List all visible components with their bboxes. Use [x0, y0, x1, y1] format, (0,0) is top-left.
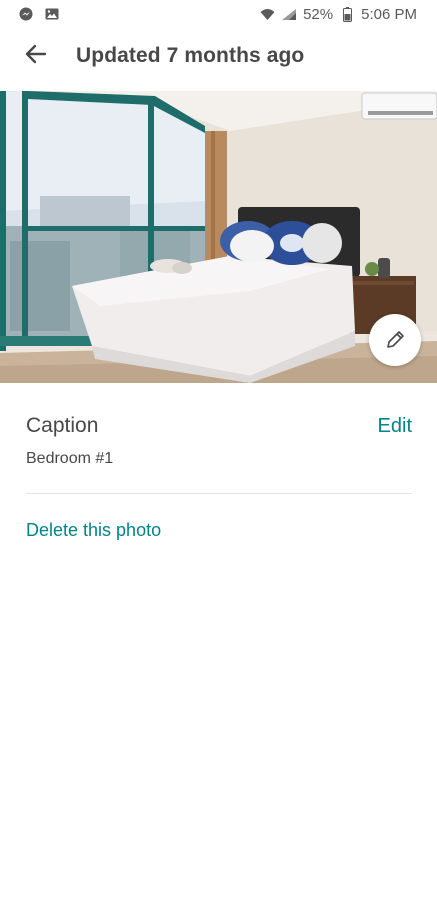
status-right: 52% 5:06 PM	[259, 6, 417, 23]
signal-icon	[281, 6, 297, 22]
arrow-left-icon	[25, 44, 47, 69]
battery-percent: 52%	[303, 5, 334, 23]
top-app-bar: Updated 7 months ago	[0, 28, 437, 84]
clock: 5:06 PM	[361, 5, 417, 23]
caption-edit-button[interactable]: Edit	[378, 415, 412, 438]
battery-icon	[339, 6, 355, 22]
divider	[26, 493, 412, 494]
status-left	[18, 6, 60, 22]
back-button[interactable]	[16, 36, 56, 76]
caption-label: Caption	[26, 414, 99, 437]
caption-value: Bedroom #1	[26, 450, 114, 467]
listing-photo	[0, 91, 437, 383]
messenger-icon	[18, 6, 34, 22]
status-bar: 52% 5:06 PM	[0, 0, 437, 28]
delete-photo-button[interactable]: Delete this photo	[26, 520, 161, 541]
edit-photo-button[interactable]	[369, 314, 421, 366]
caption-row: Caption Edit	[26, 414, 412, 438]
page-title: Updated 7 months ago	[76, 44, 305, 67]
gallery-icon	[44, 6, 60, 22]
pencil-icon	[384, 329, 406, 351]
wifi-icon	[259, 6, 275, 22]
